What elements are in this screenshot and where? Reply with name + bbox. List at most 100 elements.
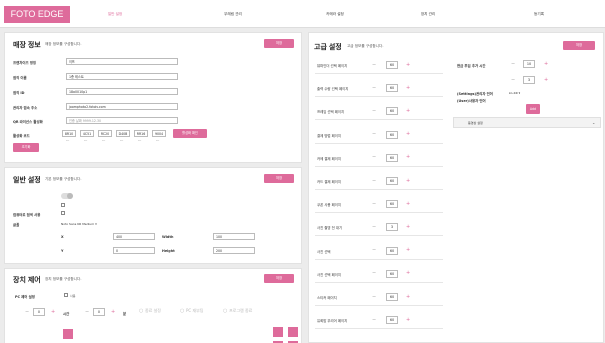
timeout-plus-button[interactable]: + [406, 247, 410, 253]
general-save-button[interactable]: 저장 [264, 174, 294, 183]
general-toggle[interactable] [61, 193, 73, 199]
radio-reboot-label: PC 재부팅 [185, 308, 204, 313]
activation-code-1[interactable]: 8R10 [62, 130, 76, 137]
radio-shutdown-label: 종료 설정 [144, 308, 161, 313]
chevron-down-icon: ▾ [518, 91, 521, 95]
radio-reboot[interactable]: ○ PC 재부팅 [180, 308, 204, 314]
timeout-stepper[interactable]: 60 [386, 61, 398, 69]
radio-shutdown[interactable]: ○ 종료 설정 [139, 308, 161, 314]
timeout-plus-button[interactable]: + [406, 224, 410, 230]
timeout-minus-button[interactable]: − [372, 317, 376, 323]
nav-tab-camera[interactable]: 카메라 설정 [295, 0, 375, 28]
timeout-stepper[interactable]: 60 [386, 177, 398, 185]
franchise-name-input[interactable]: 이프 [66, 58, 178, 65]
settings-language-select[interactable]: ko-KR ▾ [509, 91, 520, 95]
timeout-minus-button[interactable]: − [372, 224, 376, 230]
minute-minus-button[interactable]: − [85, 309, 89, 315]
cash-plus-button-2[interactable]: + [544, 77, 548, 83]
branch-id-input[interactable]: 18a0010p1 [66, 88, 178, 95]
timeout-stepper[interactable]: 60 [386, 316, 398, 325]
nav-tab-device[interactable]: 장치 관리 [388, 0, 468, 28]
timeout-minus-button[interactable]: − [372, 154, 376, 160]
timeout-minus-button[interactable]: − [372, 108, 376, 114]
camera-use-label: 컴퓨터로 점색 사용 [13, 213, 41, 217]
minute-plus-button[interactable]: + [111, 309, 115, 315]
timeout-row-label: 사진 선택 [317, 249, 331, 254]
timeout-plus-button[interactable]: + [406, 201, 410, 207]
hour-plus-button[interactable]: + [51, 309, 55, 315]
timeout-plus-button[interactable]: + [406, 294, 410, 300]
activation-verify-button[interactable]: 활성화 확인 [173, 129, 207, 138]
radio-exit-program[interactable]: ○ 프로그램 종료 [223, 308, 252, 314]
admin-url-input[interactable]: joomphoto2.fotoiv.com [66, 103, 178, 110]
advanced-save-button[interactable]: 저장 [563, 41, 595, 50]
timeout-stepper[interactable]: 60 [386, 269, 398, 278]
timeout-row-label: 결제 방법 페이지 [317, 133, 341, 138]
activation-code-2[interactable]: 4C51 [80, 130, 94, 137]
timeout-plus-button[interactable]: + [406, 270, 410, 276]
timeout-minus-button[interactable]: − [372, 270, 376, 276]
general-settings-title: 일반 설정 [13, 177, 41, 184]
timeout-stepper[interactable]: 60 [386, 200, 398, 209]
timeout-minus-button[interactable]: − [372, 62, 376, 68]
qr-license-input[interactable]: 인증 날짜 9999.12.30 [66, 117, 178, 124]
device-pink-block [63, 329, 73, 339]
nav-tab-log[interactable]: 등기록 [499, 0, 579, 28]
cash-minus-button[interactable]: − [511, 61, 515, 67]
cash-extra-time-label: 현금 투입 추가 시간 [457, 64, 486, 68]
timeout-plus-button[interactable]: + [406, 317, 410, 323]
timeout-plus-button[interactable]: + [406, 131, 410, 137]
timeout-stepper[interactable]: 60 [386, 84, 398, 93]
camera-use-checkbox[interactable] [61, 211, 65, 215]
cash-stepper-1[interactable]: 10 [523, 60, 535, 68]
timeout-minus-button[interactable]: − [372, 178, 376, 184]
height-input[interactable]: 200 [213, 247, 255, 254]
device-save-button[interactable]: 저장 [264, 274, 294, 283]
width-input[interactable]: 100 [213, 233, 255, 240]
timeout-minus-button[interactable]: − [372, 247, 376, 253]
activation-code-6[interactable]: 9004 [152, 130, 166, 137]
nav-tab-frame[interactable]: 무레림 관리 [193, 0, 273, 28]
timeout-plus-button[interactable]: + [406, 85, 410, 91]
timeout-stepper[interactable]: 60 [386, 293, 398, 301]
timeout-stepper[interactable]: 60 [386, 130, 398, 139]
timeout-plus-button[interactable]: + [406, 178, 410, 184]
nav-tab-general[interactable]: 일반 설정 [75, 0, 155, 28]
store-save-button[interactable]: 저장 [264, 39, 294, 48]
activation-code-4[interactable]: D40B [116, 130, 130, 137]
activation-code-3[interactable]: RC20 [98, 130, 112, 137]
store-info-title: 매장 정보 [13, 42, 41, 49]
activation-code-5[interactable]: RR16 [134, 130, 148, 137]
device-control-panel: 장치 제어 장치 정보를 구성합니다. 저장 PC 제어 설정 사용 − 0 +… [4, 268, 302, 343]
timeout-plus-button[interactable]: + [406, 108, 410, 114]
timeout-stepper[interactable]: 60 [386, 246, 398, 255]
pc-control-checkbox[interactable] [64, 293, 68, 297]
row-divider [315, 235, 443, 237]
add-language-button[interactable]: Add [526, 104, 540, 114]
device-pink-block [273, 327, 283, 337]
branch-name-input[interactable]: 1층 테스트 [66, 73, 178, 80]
timeout-stepper[interactable]: 3 [386, 223, 398, 232]
reset-button[interactable]: 초기화 [13, 143, 39, 152]
timeout-minus-button[interactable]: − [372, 85, 376, 91]
font-select[interactable]: Noto Sans KR Medium ▾ [61, 222, 97, 226]
cash-minus-button-2[interactable]: − [511, 77, 515, 83]
timeout-row-label: 쿠폰 사용 페이지 [317, 203, 341, 208]
hour-stepper[interactable]: 0 [33, 308, 45, 316]
timeout-minus-button[interactable]: − [372, 201, 376, 207]
timeout-plus-button[interactable]: + [406, 154, 410, 160]
x-input[interactable]: 400 [113, 233, 155, 240]
timeout-minus-button[interactable]: − [372, 294, 376, 300]
timeout-plus-button[interactable]: + [406, 62, 410, 68]
timeout-minus-button[interactable]: − [372, 131, 376, 137]
row-divider [315, 73, 443, 74]
y-input[interactable]: 0 [113, 247, 155, 254]
minute-stepper[interactable]: 0 [93, 308, 105, 316]
timeout-stepper[interactable]: 60 [386, 107, 398, 116]
cash-stepper-2[interactable]: 3 [523, 76, 535, 84]
video-settings-accordion[interactable]: 동영상 설정 ⌄ [453, 117, 601, 128]
cash-plus-button[interactable]: + [544, 61, 548, 67]
timeout-stepper[interactable]: 60 [386, 153, 398, 162]
hour-minus-button[interactable]: − [25, 309, 29, 315]
general-checkbox[interactable] [61, 203, 65, 207]
